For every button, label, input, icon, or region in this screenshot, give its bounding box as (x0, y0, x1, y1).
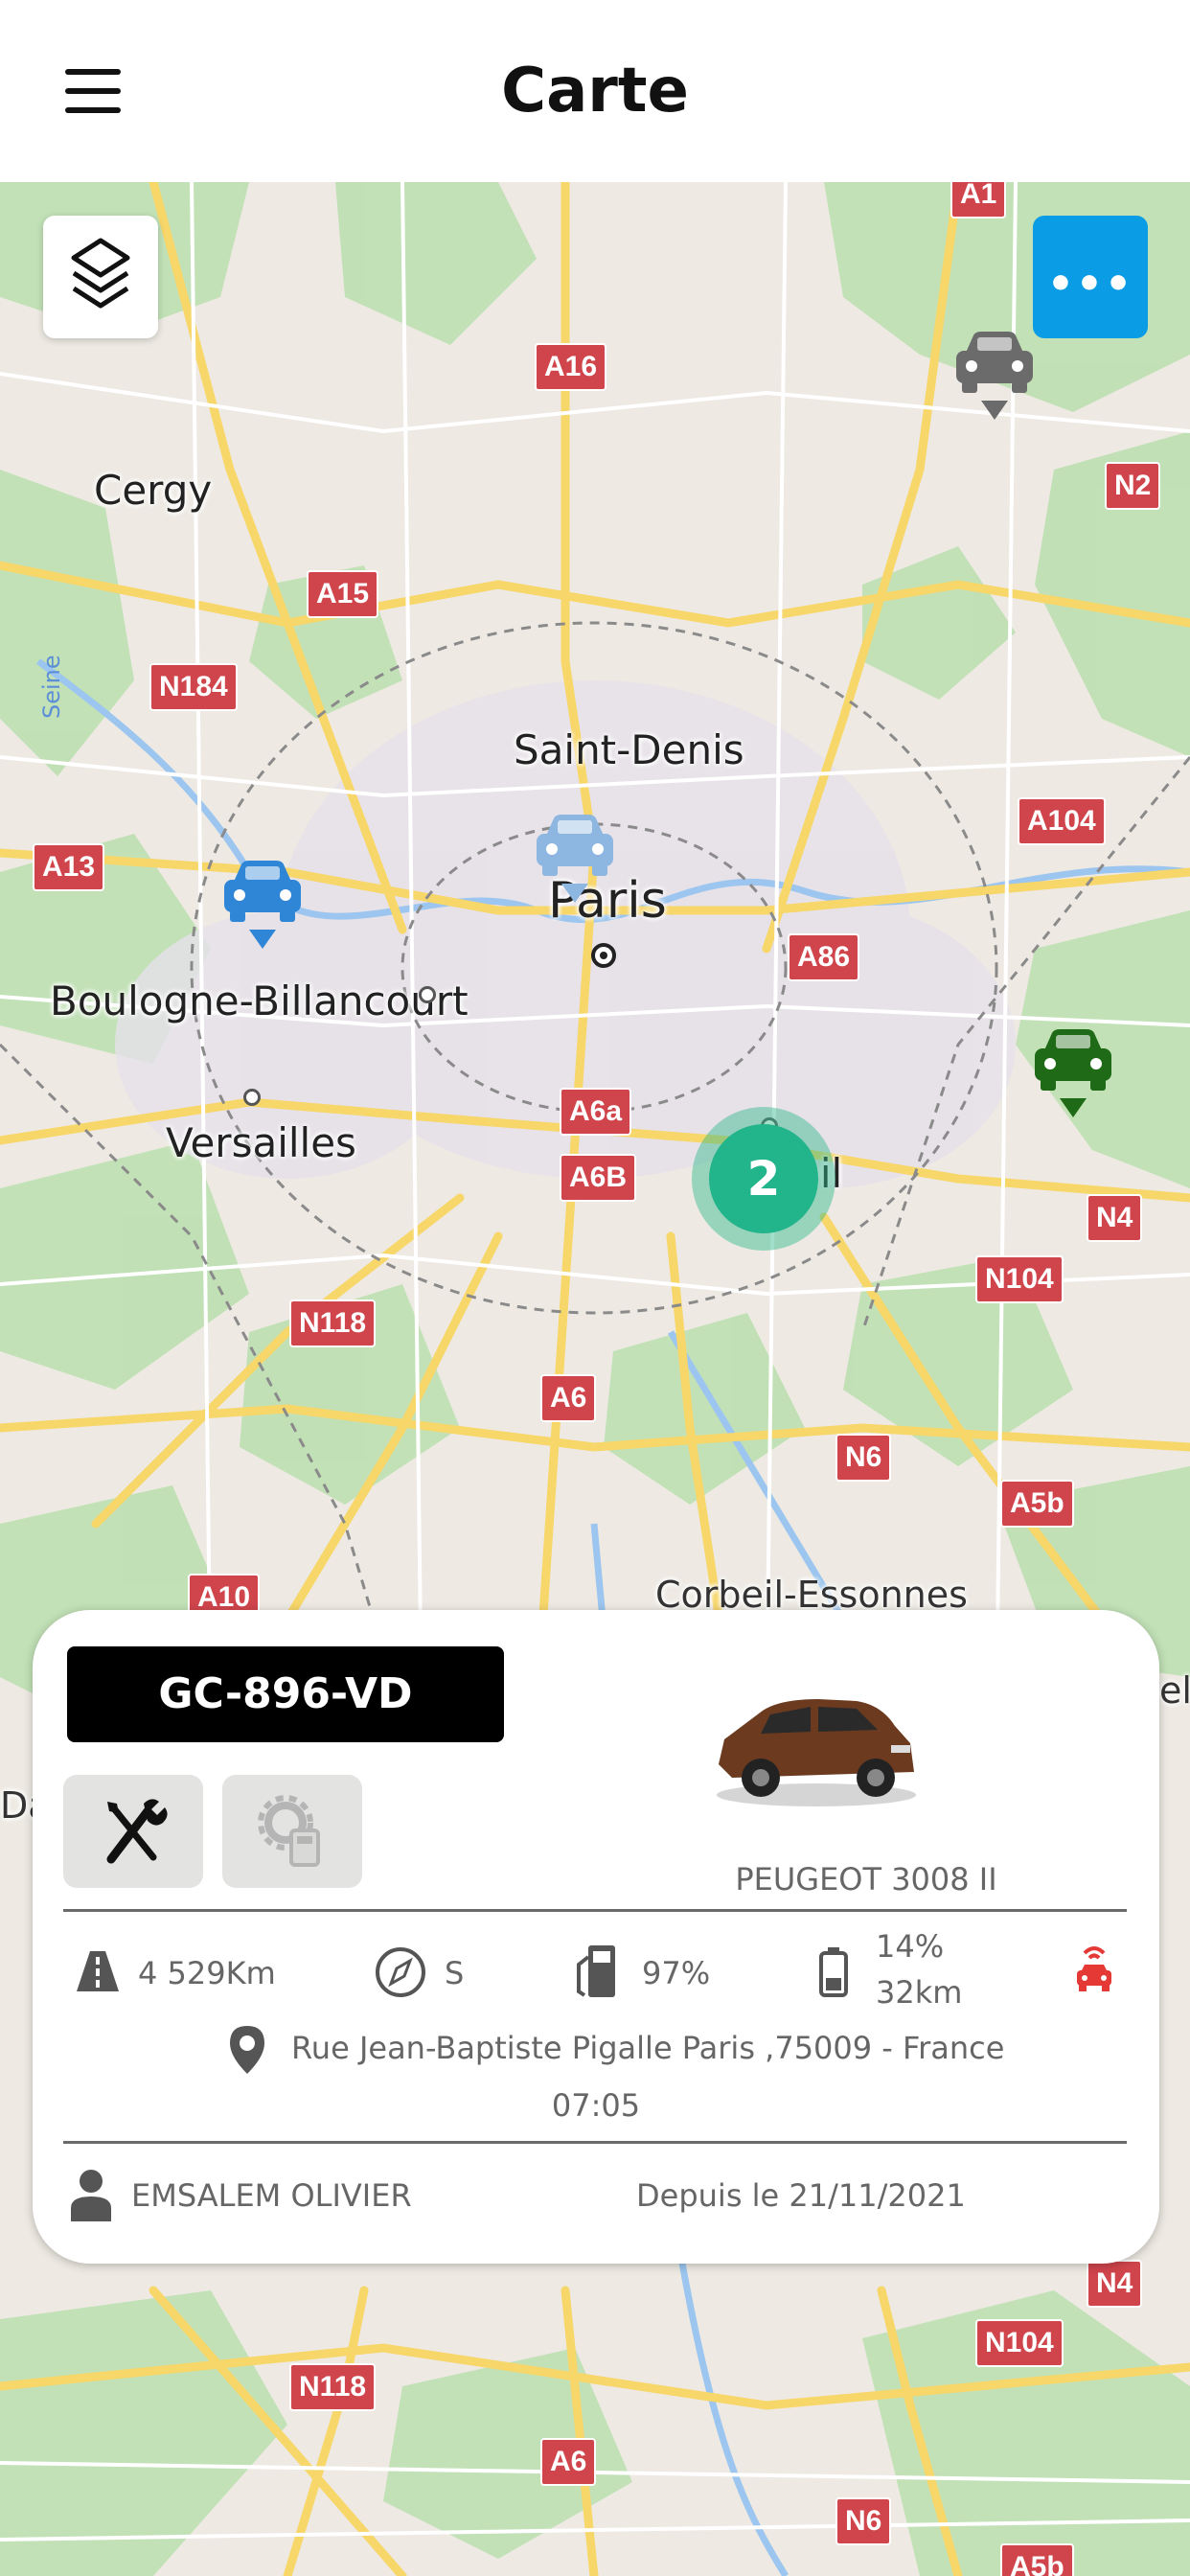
road-label: A5b (1000, 2543, 1074, 2576)
place-label-edge-right: el (1159, 1669, 1190, 1712)
maintenance-button[interactable] (63, 1775, 203, 1888)
road-label: A104 (1018, 797, 1106, 845)
road-label: A5b (1000, 1480, 1074, 1528)
place-label-cergy: Cergy (94, 467, 213, 514)
road-label: N4 (1087, 2260, 1143, 2308)
road-label: N184 (149, 663, 238, 711)
car-marker-icon[interactable] (529, 807, 621, 912)
more-dots-icon: ••• (1046, 260, 1134, 309)
page-title: Carte (501, 56, 689, 126)
road-label: A6 (540, 2438, 597, 2486)
car-marker-icon[interactable] (217, 853, 309, 958)
last-update-time: 07:05 (551, 2087, 641, 2124)
road-icon (77, 1951, 119, 1991)
vehicle-photo (717, 1699, 916, 1806)
paris-center-dot (591, 943, 616, 968)
road-label: A6a (560, 1088, 632, 1136)
road-label: N118 (289, 1300, 377, 1347)
road-label: N6 (835, 2497, 892, 2545)
road-label: N118 (289, 2363, 377, 2411)
road-label: N104 (975, 2319, 1064, 2367)
settings-device-button[interactable] (222, 1775, 362, 1888)
road-label: A6 (540, 1374, 597, 1422)
layers-icon (71, 238, 130, 309)
user-icon (71, 2170, 111, 2221)
river-label-seine: Seine (38, 655, 65, 719)
battery-icon (819, 1947, 848, 1997)
battery-percent: 14% (876, 1928, 945, 1965)
road-label: A15 (307, 570, 379, 618)
gear-device-icon (258, 1795, 320, 1867)
versailles-dot (243, 1089, 261, 1106)
vehicle-cluster-marker[interactable]: 2 (692, 1107, 835, 1251)
place-label-boulogne: Boulogne-Billancourt (50, 978, 469, 1024)
fuel-value: 97% (642, 1955, 711, 1991)
more-options-button[interactable]: ••• (1033, 216, 1148, 338)
top-app-bar: Carte (0, 0, 1190, 182)
road-label: A13 (33, 843, 105, 891)
layers-button[interactable] (43, 216, 158, 338)
app-root: Carte Cergy Saint-Denis Paris Boulogne-B… (0, 0, 1190, 2576)
license-plate[interactable]: GC-896-VD (67, 1646, 504, 1742)
vehicle-info-card[interactable]: GC-896-VD PEUGEOT 3008 II 4 529Km S 97% … (33, 1610, 1159, 2264)
vehicle-address: Rue Jean-Baptiste Pigalle Paris ,75009 -… (291, 2030, 1005, 2066)
alarm-car-icon[interactable] (1071, 1942, 1117, 1995)
boulogne-dot (419, 986, 436, 1003)
road-label: A16 (535, 343, 607, 391)
wrench-screwdriver-icon (106, 1799, 168, 1864)
car-marker-icon[interactable] (1027, 1022, 1119, 1127)
road-label: N104 (975, 1255, 1064, 1303)
compass-icon (376, 1947, 425, 1997)
assignment-date: Depuis le 21/11/2021 (636, 2177, 966, 2214)
battery-range: 32km (876, 1974, 963, 2011)
place-label-versailles: Versailles (166, 1119, 356, 1166)
road-label: A1 (950, 182, 1007, 218)
place-label-saint-denis: Saint-Denis (514, 726, 744, 773)
divider (63, 1909, 1127, 1912)
car-marker-icon[interactable] (949, 324, 1041, 429)
road-label: N6 (835, 1434, 892, 1482)
road-label: A6B (560, 1154, 637, 1202)
driver-name: EMSALEM OLIVIER (131, 2177, 412, 2214)
road-label: A86 (788, 933, 860, 981)
fuel-pump-icon (577, 1945, 615, 1997)
divider (63, 2141, 1127, 2144)
mileage-value: 4 529Km (138, 1955, 276, 1991)
location-pin-icon (230, 2026, 264, 2074)
road-label: N4 (1087, 1194, 1143, 1242)
road-label: N2 (1105, 462, 1161, 510)
cluster-count: 2 (709, 1124, 818, 1233)
vehicle-model: PEUGEOT 3008 II (735, 1861, 997, 1898)
heading-value: S (445, 1955, 465, 1991)
